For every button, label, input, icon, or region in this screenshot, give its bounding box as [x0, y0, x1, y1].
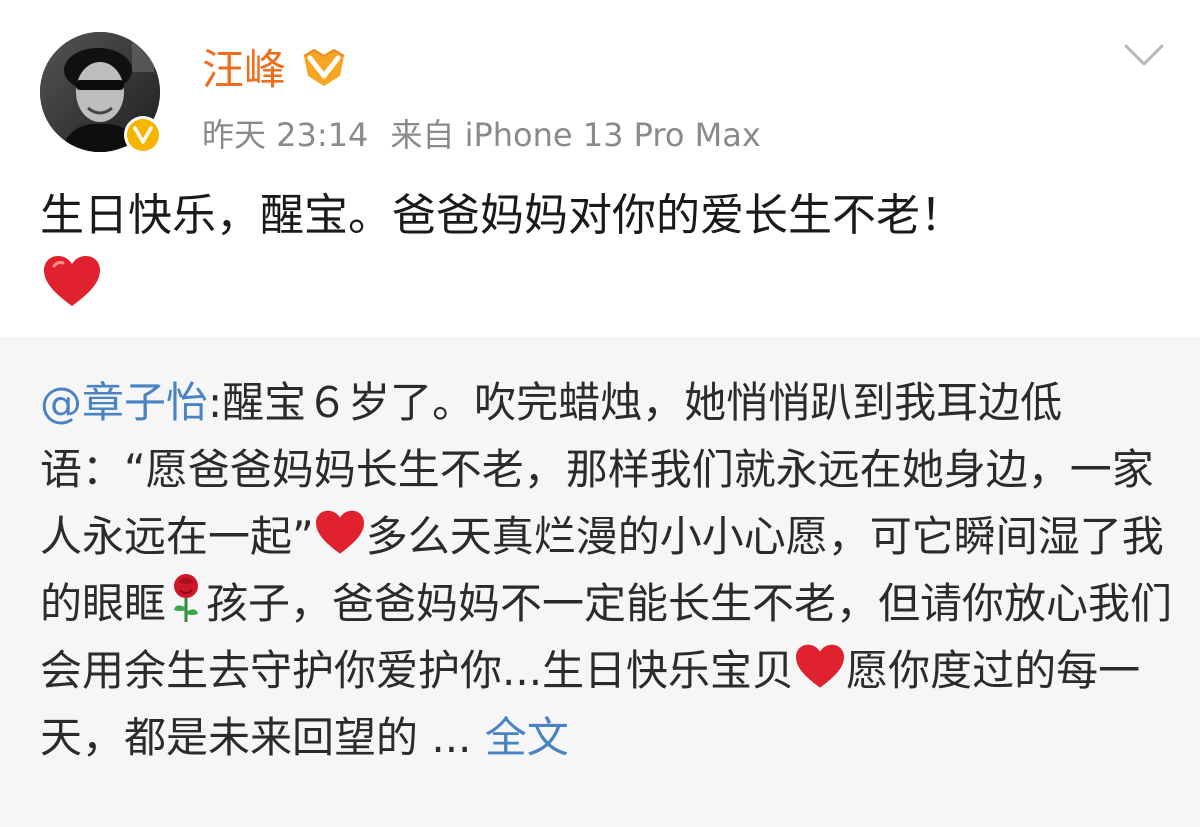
- full-text-link[interactable]: 全文: [485, 713, 569, 762]
- post-time: 昨天 23:14: [202, 116, 369, 154]
- vip-crown-icon[interactable]: [300, 46, 348, 90]
- heart-icon: [796, 644, 845, 688]
- repost-block[interactable]: @章子怡:醒宝６岁了。吹完蜡烛，她悄悄趴到我耳边低语：“愿爸爸妈妈长生不老，那样…: [0, 338, 1200, 827]
- verified-v-icon: [127, 119, 159, 151]
- post-meta: 昨天 23:14 来自 iPhone 13 Pro Max: [202, 114, 761, 156]
- post-source[interactable]: 来自 iPhone 13 Pro Max: [390, 116, 760, 154]
- post-header: 汪峰 昨天 23:14 来自 iPhone 13 Pro Max: [0, 0, 1200, 170]
- rose-icon: [174, 574, 199, 622]
- weibo-post-card: 汪峰 昨天 23:14 来自 iPhone 13 Pro Max 生日快乐，醒宝。…: [0, 0, 1200, 827]
- chevron-down-icon[interactable]: [1122, 40, 1166, 72]
- heart-icon: [315, 510, 364, 554]
- mention-link[interactable]: @章子怡: [40, 378, 208, 427]
- repost-text: @章子怡:醒宝６岁了。吹完蜡烛，她悄悄趴到我耳边低语：“愿爸爸妈妈长生不老，那样…: [40, 369, 1180, 771]
- verified-badge: [124, 116, 162, 154]
- heart-icon: [44, 256, 100, 306]
- post-text: 生日快乐，醒宝。爸爸妈妈对你的爱长生不老！: [40, 190, 964, 241]
- username[interactable]: 汪峰: [202, 44, 286, 96]
